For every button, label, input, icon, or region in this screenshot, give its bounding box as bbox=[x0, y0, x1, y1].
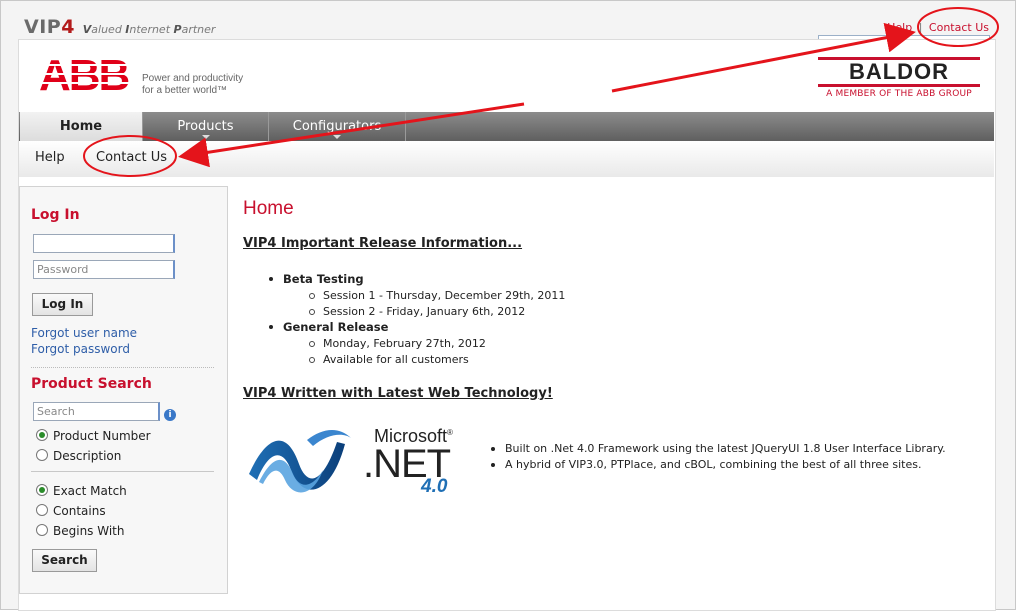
sidebar-divider bbox=[31, 471, 214, 472]
list-item: Available for all customers bbox=[309, 353, 469, 366]
radio-contains[interactable]: Contains bbox=[36, 504, 106, 518]
top-links: Help | Contact Us bbox=[887, 21, 989, 34]
list-item: Monday, February 27th, 2012 bbox=[309, 337, 486, 350]
chevron-down-icon bbox=[201, 135, 210, 139]
product-search-input[interactable]: Search bbox=[33, 402, 160, 421]
tab-configurators[interactable]: Configurators bbox=[269, 112, 406, 141]
list-item: Session 1 - Thursday, December 29th, 201… bbox=[309, 289, 565, 302]
list-item: Session 2 - Friday, January 6th, 2012 bbox=[309, 305, 525, 318]
info-icon[interactable]: i bbox=[164, 409, 176, 421]
radio-begins-with[interactable]: Begins With bbox=[36, 524, 124, 538]
forgot-username-link[interactable]: Forgot user name bbox=[31, 326, 137, 340]
vip-logo-number: 4 bbox=[61, 16, 75, 38]
password-input[interactable]: Password bbox=[33, 260, 175, 279]
username-input[interactable] bbox=[33, 234, 175, 253]
login-button[interactable]: Log In bbox=[32, 293, 93, 316]
dotnet-version: 4.0 bbox=[421, 476, 448, 497]
list-item: Built on .Net 4.0 Framework using the la… bbox=[491, 442, 946, 455]
sub-nav: Help Contact Us bbox=[19, 141, 994, 177]
baldor-logo: BALDOR A MEMBER OF THE ABB GROUP bbox=[818, 57, 980, 99]
subnav-contact-us[interactable]: Contact Us bbox=[96, 150, 167, 165]
section-web-tech: VIP4 Written with Latest Web Technology! bbox=[243, 386, 553, 401]
radio-product-number[interactable]: Product Number bbox=[36, 429, 151, 443]
list-item: Beta Testing bbox=[269, 272, 364, 286]
abb-logo-icon: ABB bbox=[39, 51, 134, 100]
tab-home[interactable]: Home bbox=[20, 112, 143, 142]
forgot-password-link[interactable]: Forgot password bbox=[31, 342, 130, 356]
vip4-logo: VIP4 Valued Internet Partner bbox=[24, 16, 215, 38]
baldor-member: A MEMBER OF THE ABB GROUP bbox=[826, 89, 972, 99]
sidebar: Log In Password Log In Forgot user name … bbox=[19, 186, 228, 594]
subnav-help[interactable]: Help bbox=[35, 150, 65, 165]
section-release-info: VIP4 Important Release Information... bbox=[243, 236, 523, 251]
page-content: ABB Power and productivity for a better … bbox=[18, 39, 996, 611]
sidebar-divider bbox=[31, 367, 214, 368]
search-button[interactable]: Search bbox=[32, 549, 97, 572]
radio-description[interactable]: Description bbox=[36, 449, 121, 463]
top-help-link[interactable]: Help bbox=[887, 21, 912, 34]
login-title: Log In bbox=[31, 207, 80, 223]
product-search-title: Product Search bbox=[31, 376, 152, 392]
top-link-separator: | bbox=[918, 21, 923, 34]
chevron-down-icon bbox=[333, 135, 341, 139]
main-nav: Home Products Configurators bbox=[19, 112, 994, 142]
list-item: A hybrid of VIP3.0, PTPlace, and cBOL, c… bbox=[491, 458, 922, 471]
list-item: General Release bbox=[269, 320, 388, 334]
radio-exact-match[interactable]: Exact Match bbox=[36, 484, 127, 498]
vip-tagline: Valued Internet Partner bbox=[82, 23, 216, 36]
vip-logo-text: VIP bbox=[24, 16, 62, 38]
page-title: Home bbox=[243, 198, 294, 219]
abb-logo: ABB Power and productivity for a better … bbox=[39, 51, 243, 100]
abb-tagline: Power and productivity for a better worl… bbox=[142, 73, 244, 96]
tab-products[interactable]: Products bbox=[143, 112, 269, 141]
top-contact-link[interactable]: Contact Us bbox=[929, 21, 989, 34]
baldor-name: BALDOR bbox=[818, 57, 980, 87]
